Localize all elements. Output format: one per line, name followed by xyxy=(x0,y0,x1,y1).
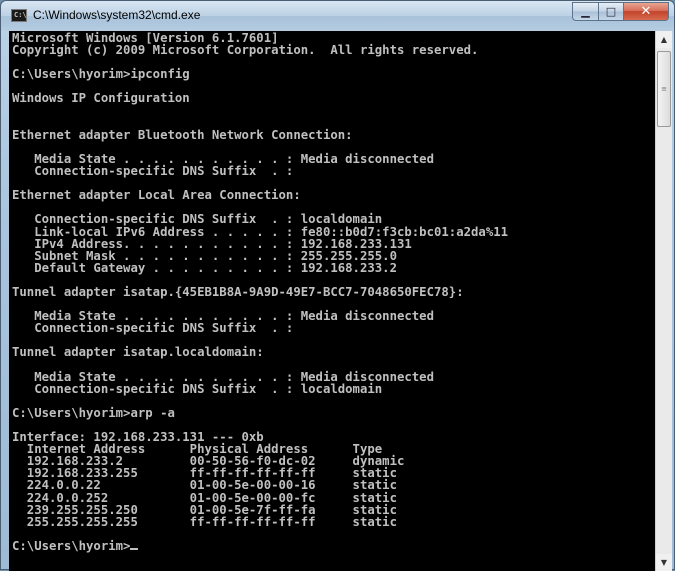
vertical-scrollbar[interactable]: ▲ ≡ ▼ xyxy=(655,31,672,571)
maximize-button[interactable]: □ xyxy=(598,2,624,21)
window-controls: ▁ □ ✕ xyxy=(572,2,669,22)
console-text: Microsoft Windows [Version 6.1.7601] Cop… xyxy=(12,32,508,552)
scroll-up-arrow-icon[interactable]: ▲ xyxy=(656,31,672,48)
title-bar[interactable]: C:\ C:\Windows\system32\cmd.exe ▁ □ ✕ xyxy=(1,1,674,31)
scrollbar-thumb[interactable]: ≡ xyxy=(657,51,671,127)
minimize-button[interactable]: ▁ xyxy=(572,2,598,21)
command-prompt: C:\Users\hyorim> xyxy=(12,538,131,553)
scroll-down-arrow-icon[interactable]: ▼ xyxy=(656,554,672,571)
close-button[interactable]: ✕ xyxy=(624,2,669,21)
console-history: Microsoft Windows [Version 6.1.7601] Cop… xyxy=(12,31,509,529)
console-output[interactable]: Microsoft Windows [Version 6.1.7601] Cop… xyxy=(9,31,655,571)
cmd-icon[interactable]: C:\ xyxy=(11,9,27,22)
cmd-window: C:\ C:\Windows\system32\cmd.exe ▁ □ ✕ Mi… xyxy=(0,0,675,571)
window-title: C:\Windows\system32\cmd.exe xyxy=(33,8,201,22)
text-cursor xyxy=(130,547,139,550)
